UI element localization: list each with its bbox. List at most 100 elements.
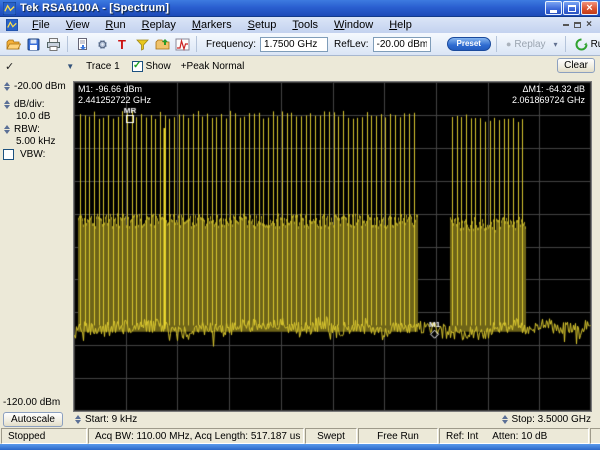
spectrum-canvas[interactable] [73,81,592,412]
mdi-minimize-icon[interactable] [563,24,570,26]
folder-open-icon [5,39,21,49]
show-checkbox[interactable]: ✓ [131,60,143,72]
save-icon [27,38,39,50]
toolbar: T Frequency: RefLev: Preset ● [0,33,600,56]
menu-item-view[interactable]: View [58,19,98,31]
status-filler [590,428,600,444]
title-bar: Tek RSA6100A - [Spectrum] × [0,0,600,17]
frequency-input[interactable] [260,36,329,52]
status-mode: Swept [305,428,357,444]
trigger-button[interactable]: T [113,35,131,53]
ref-level-control[interactable]: -20.00 dBm [3,81,73,92]
replay-label: Replay [514,38,546,50]
left-settings-panel: -20.00 dBm dB/div: 10.0 dB RBW: 5.00 kHz… [0,76,73,427]
menu-item-replay[interactable]: Replay [134,19,184,31]
menu-item-tools[interactable]: Tools [284,19,326,31]
marker-readout-delta: ΔM1: -64.32 dB 2.061869724 GHz [512,84,585,106]
run-label: Run [590,38,600,50]
status-reference: Ref: Int [446,430,479,442]
print-icon [46,37,60,51]
status-acquisition: Acq BW: 110.00 MHz, Acq Length: 517.187 … [88,428,304,444]
rbw-label: RBW: [14,124,40,135]
window-bottom-border [0,444,600,450]
marker-readout-m1: M1: -96.66 dBm 2.441252722 GHz [78,84,151,106]
settings-button[interactable] [93,35,111,53]
menu-item-help[interactable]: Help [381,19,420,31]
clear-button[interactable]: Clear [557,58,595,73]
start-frequency-control[interactable]: Start: 9 kHz [74,414,137,425]
plot-column: M1: -96.66 dBm 2.441252722 GHz ΔM1: -64.… [73,76,592,427]
menu-item-markers[interactable]: Markers [184,19,240,31]
spinner-icon[interactable] [3,82,11,91]
mdi-close-icon[interactable]: × [586,20,592,30]
replay-button[interactable]: ● Replay [502,39,550,50]
status-attenuation: Atten: 10 dB [492,430,548,442]
vbw-checkbox[interactable] [3,149,14,160]
recall-button[interactable] [153,35,171,53]
trace-bar: ✓ ▼ Trace 1 ✓ Show +Peak Normal Clear [0,56,600,76]
open-file-button[interactable] [4,35,22,53]
restore-icon [567,4,576,12]
status-run-state: Stopped [1,428,87,444]
trigger-icon: T [118,36,126,52]
bottom-level-label: -120.00 dBm [3,397,61,408]
spinner-icon[interactable] [3,100,11,109]
markers-button[interactable] [133,35,151,53]
print-button[interactable] [44,35,62,53]
run-icon [575,38,588,50]
app-window: Tek RSA6100A - [Spectrum] × File View Ru… [0,0,600,450]
spinner-icon[interactable] [74,415,82,424]
start-frequency-label: Start: 9 kHz [85,414,138,425]
status-ref-atten: Ref: Int Atten: 10 dB [439,428,589,444]
m1-frequency: 2.441252722 GHz [78,95,152,105]
toolbar-separator [564,36,566,52]
document-app-icon [6,19,18,31]
minimize-button[interactable] [545,1,562,15]
stop-frequency-control[interactable]: Stop: 3.5000 GHz [501,414,591,425]
vbw-control[interactable]: VBW: [3,149,73,160]
close-button[interactable]: × [581,1,598,15]
reflev-input[interactable] [372,36,431,52]
menu-item-run[interactable]: Run [97,19,133,31]
menu-item-setup[interactable]: Setup [240,19,285,31]
detection-label: +Peak Normal [180,60,245,72]
frequency-label: Frequency: [206,38,257,50]
save-button[interactable] [24,35,42,53]
rbw-value: 5.00 kHz [16,136,56,147]
export-data-button[interactable] [73,35,91,53]
trace-valid-icon: ✓ [5,60,15,73]
autoscale-button[interactable]: Autoscale [3,412,63,427]
app-icon [3,1,16,15]
folder-arrow-icon [155,38,169,49]
show-label: Show [145,60,171,72]
window-title: Tek RSA6100A - [Spectrum] [20,2,170,14]
db-div-control[interactable]: dB/div: [3,99,73,110]
toolbar-separator [495,36,497,52]
replay-dropdown-icon[interactable]: ▾ [552,40,560,49]
signal-icon [175,38,189,51]
reflev-label: RefLev: [334,38,369,50]
spectrum-plot: M1: -96.66 dBm 2.441252722 GHz ΔM1: -64.… [73,81,592,412]
menu-item-file[interactable]: File [24,19,58,31]
mdi-restore-icon[interactable] [574,22,582,28]
display-button[interactable] [173,35,191,53]
minimize-icon [550,9,557,13]
status-bar: Stopped Acq BW: 110.00 MHz, Acq Length: … [0,427,600,444]
replay-icon: ● [505,38,512,49]
spinner-icon[interactable] [501,415,509,424]
trace-selector[interactable]: Trace 1 [86,61,120,72]
preset-button[interactable]: Preset [446,37,491,51]
db-div-label: dB/div: [14,99,45,110]
spinner-icon[interactable] [3,125,11,134]
trace-selector-chevron-icon[interactable]: ▼ [66,62,74,71]
close-icon: × [586,1,593,14]
restore-button[interactable] [563,1,580,15]
vbw-label: VBW: [20,149,46,160]
m1-level: M1: -96.66 dBm [78,84,143,94]
gear-icon [97,39,107,49]
toolbar-separator [67,36,68,52]
run-button[interactable]: Run [571,38,600,51]
delta-m1-level: ΔM1: -64.32 dB [522,84,585,94]
rbw-control[interactable]: RBW: [3,124,73,135]
menu-item-window[interactable]: Window [326,19,381,31]
